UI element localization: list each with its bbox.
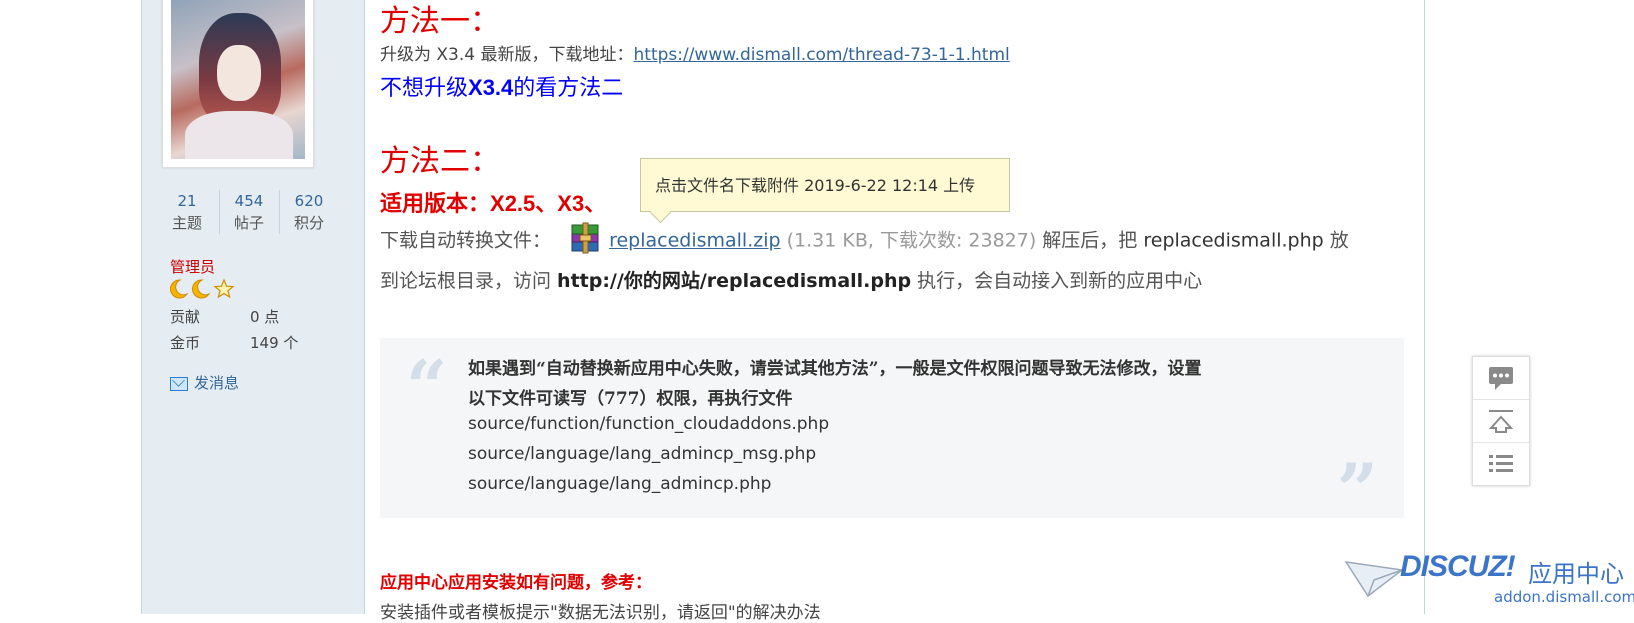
stat-posts-value[interactable]: 454 [220,190,278,212]
download-line: 下载自动转换文件： replacedismall.zip (1.31 KB, 下… [380,221,1349,258]
contribution-label: 贡献 [170,308,201,326]
avatar[interactable] [162,0,314,168]
contribution-value: 0 点 [250,308,280,326]
line2-pre: 到论坛根目录，访问 [380,270,558,292]
quote-line-1: 如果遇到“自动替换新应用中心失败，请尝试其他方法”，一般是文件权限问题导致无法修… [468,359,1202,379]
contribution-row: 贡献 0 点 [170,306,279,327]
stat-threads-label: 主题 [171,214,202,232]
no-upgrade-line: 不想升级X3.4的看方法二 [380,70,623,102]
stat-credits-value[interactable]: 620 [280,190,338,212]
logo-url: addon.dismall.com [1494,588,1634,606]
line2-url: http://你的网站/replacedismall.php [557,270,912,292]
content-right-border [1424,0,1425,614]
open-quote-icon: “ [406,344,448,429]
method1-download-link[interactable]: https://www.dismall.com/thread-73-1-1.ht… [634,45,1010,65]
stat-credits-label: 积分 [293,214,324,232]
list-icon [1489,455,1513,472]
paper-plane-icon [1344,561,1404,598]
tooltip-arrow [649,201,672,224]
author-stats: 21 主题 454 帖子 620 积分 [158,190,338,234]
method1-line: 升级为 X3.4 最新版，下载地址：https://www.dismall.co… [380,40,1010,65]
coins-label: 金币 [170,334,201,352]
quote-block: “ 如果遇到“自动替换新应用中心失败，请尝试其他方法”，一般是文件权限问题导致无… [380,338,1404,532]
moon-moon-star-icon [168,278,238,305]
no-upgrade-pre: 不想升级 [380,76,469,101]
close-quote-icon: ” [1336,447,1378,532]
logo-cn: 应用中心 [1528,560,1624,588]
quote-file: source/language/lang_admincp.php [468,474,772,494]
php-filename: replacedismall.php [1143,229,1324,252]
comment-icon [1489,367,1513,390]
avatar-image [171,0,305,159]
stat-posts-label: 帖子 [233,214,264,232]
quote-line-2: 以下文件可读写（777）权限，再执行文件 [468,389,793,409]
winrar-archive-icon [569,221,603,255]
method1-title: 方法一： [380,4,500,39]
stat-credits[interactable]: 620 积分 [280,190,338,234]
reference-title: 应用中心应用安装如有问题，参考： [380,573,652,593]
back-to-top-icon [1488,410,1514,433]
stat-threads[interactable]: 21 主题 [158,190,216,234]
list-view-button[interactable] [1473,443,1529,485]
post-content: 方法一： 升级为 X3.4 最新版，下载地址：https://www.disma… [364,0,1424,623]
put-to-text: 放 [1323,229,1349,252]
comment-button[interactable] [1473,357,1529,400]
download-label: 下载自动转换文件： [380,229,552,252]
user-group[interactable]: 管理员 [170,256,215,277]
send-message-link[interactable]: 发消息 [170,372,239,393]
no-upgrade-version: X3.4 [468,75,514,100]
method1-text: 升级为 X3.4 最新版，下载地址： [380,45,634,65]
attachment-link[interactable]: replacedismall.zip [609,230,781,252]
attachment-meta: (1.31 KB, 下载次数: 23827) [786,229,1037,252]
after-unzip-text: 解压后，把 [1036,229,1144,252]
coins-value: 149 个 [250,334,299,352]
left-gutter [0,0,141,614]
discuz-addon-logo[interactable]: DISCUZ! 应用中心 addon.dismall.com [1344,548,1634,614]
stat-posts[interactable]: 454 帖子 [220,190,278,234]
line2-post: 执行，会自动接入到新的应用中心 [911,270,1203,292]
envelope-icon [170,376,188,391]
logo-brand: DISCUZ! [1400,550,1516,583]
method2-title: 方法二： [380,144,500,179]
side-toolbar [1472,356,1530,486]
quote-file: source/language/lang_admincp_msg.php [468,444,817,464]
attachment-tooltip: 点击文件名下载附件 2019-6-22 12:14 上传 [640,158,1010,224]
tooltip-text: 点击文件名下载附件 2019-6-22 12:14 上传 [655,176,976,195]
instructions-line: 到论坛根目录，访问 http://你的网站/replacedismall.php… [380,266,1202,293]
version-values: X2.5、X3、 [490,191,607,216]
author-sidebar: 21 主题 454 帖子 620 积分 管理员 贡献 0 点 金币 149 个 发消… [141,0,365,614]
version-label: 适用版本： [380,191,491,217]
version-line: 适用版本：X2.5、X3、 [380,186,606,218]
coins-row: 金币 149 个 [170,332,298,353]
back-to-top-button[interactable] [1473,400,1529,443]
stat-threads-value[interactable]: 21 [158,190,216,212]
reference-link[interactable]: 安装插件或者模板提示"数据无法识别，请返回"的解决办法 [380,598,821,623]
send-message-label: 发消息 [194,374,240,392]
quote-file: source/function/function_cloudaddons.php [468,414,830,434]
no-upgrade-post: 的看方法二 [513,76,624,101]
